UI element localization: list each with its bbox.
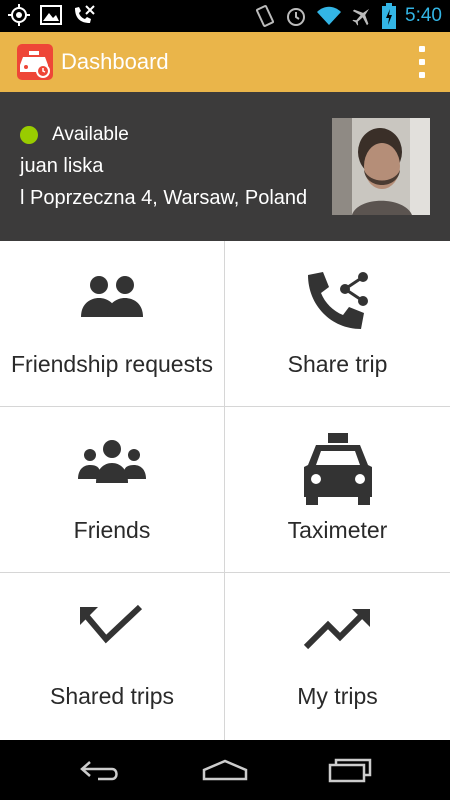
alarm-icon	[287, 8, 306, 26]
action-bar: Dashboard	[0, 32, 450, 92]
tile-share-trip[interactable]: Share trip	[225, 241, 450, 407]
tile-friends[interactable]: Friends	[0, 407, 225, 573]
tile-my-trips[interactable]: My trips	[225, 573, 450, 740]
status-indicator-icon	[20, 126, 38, 144]
tile-label: Friends	[73, 517, 151, 543]
notification-icons	[8, 4, 96, 26]
share-trip-icon	[307, 272, 368, 329]
home-icon	[202, 759, 248, 781]
dashboard-grid: Friendship requests Share trip Friends T…	[0, 241, 450, 740]
back-icon	[80, 761, 118, 781]
tile-label: Share trip	[287, 351, 388, 377]
tile-label: Friendship requests	[11, 351, 213, 377]
user-name: juan liska	[20, 155, 104, 177]
system-icons: 5:40	[254, 2, 442, 30]
recent-apps-icon	[328, 758, 372, 783]
recent-apps-button[interactable]	[320, 754, 380, 786]
photo-icon	[40, 5, 62, 25]
tile-friendship-requests[interactable]: Friendship requests	[0, 241, 225, 407]
availability-status[interactable]: Available	[20, 124, 129, 146]
wifi-icon	[317, 6, 342, 25]
tile-taximeter[interactable]: Taximeter	[225, 407, 450, 573]
overflow-menu-icon[interactable]	[416, 46, 428, 78]
friend-requests-icon	[81, 276, 143, 317]
vibrate-icon	[256, 5, 275, 27]
home-button[interactable]	[195, 754, 255, 786]
tile-label: My trips	[297, 683, 378, 709]
tile-label: Shared trips	[49, 683, 174, 709]
tile-label: Taximeter	[287, 517, 388, 543]
airplane-icon	[352, 8, 370, 26]
status-label: Available	[52, 124, 129, 145]
my-trips-icon	[303, 609, 370, 650]
user-address: l Poprzeczna 4, Warsaw, Poland	[20, 187, 308, 209]
shared-trips-icon	[80, 604, 143, 644]
tile-shared-trips[interactable]: Shared trips	[0, 573, 225, 740]
status-bar: 5:40	[0, 0, 450, 32]
page-title: Dashboard	[61, 49, 169, 74]
friends-icon	[78, 440, 146, 483]
profile-panel: Available juan liska l Poprzeczna 4, War…	[0, 92, 450, 241]
clock: 5:40	[405, 5, 442, 26]
battery-icon	[382, 3, 397, 29]
gps-icon	[8, 4, 30, 26]
taxi-icon	[303, 433, 372, 505]
taxi-app-icon[interactable]	[17, 44, 53, 80]
system-nav-bar	[0, 740, 450, 800]
avatar[interactable]	[332, 118, 430, 215]
back-button[interactable]	[70, 754, 130, 786]
missed-call-icon	[75, 5, 95, 23]
